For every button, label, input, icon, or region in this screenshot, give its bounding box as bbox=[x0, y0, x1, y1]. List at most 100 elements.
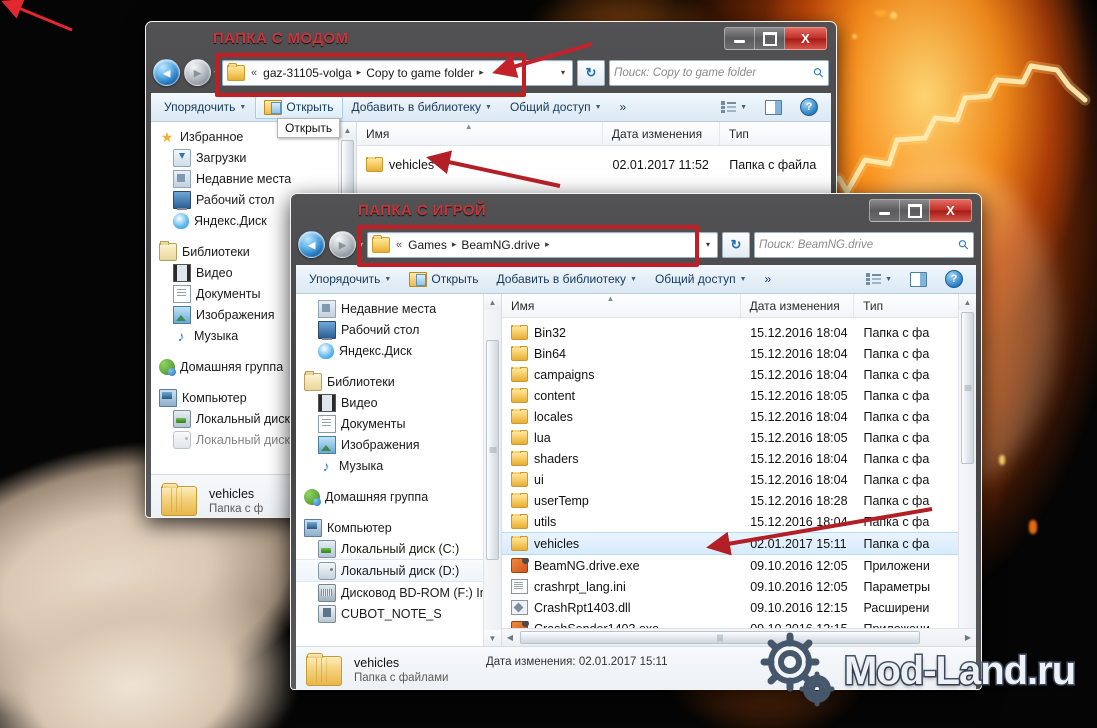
close-button[interactable]: X bbox=[785, 27, 827, 50]
breadcrumb-item-0[interactable]: gaz-31105-volga bbox=[260, 66, 355, 80]
close-button[interactable]: X bbox=[930, 199, 972, 222]
nav-item-video[interactable]: Видео bbox=[296, 392, 501, 413]
column-header-date[interactable]: Дата изменения bbox=[603, 122, 720, 145]
nav-item-yandex-disk[interactable]: Яндекс.Диск bbox=[296, 340, 501, 361]
forward-button[interactable]: ► bbox=[329, 231, 356, 258]
window2-file-list[interactable]: Имя ▲ Дата изменения Тип Bin32 15.12.2016… bbox=[502, 294, 976, 646]
breadcrumb-separator-icon-2[interactable]: ▸ bbox=[477, 67, 486, 78]
history-dropdown-icon[interactable]: ▾ bbox=[214, 68, 218, 77]
nav-item-desktop[interactable]: Рабочий стол bbox=[296, 319, 501, 340]
help-button[interactable]: ? bbox=[936, 266, 972, 292]
nav-item-documents[interactable]: Документы bbox=[296, 413, 501, 434]
preview-pane-button[interactable] bbox=[756, 96, 791, 119]
minimize-button[interactable] bbox=[869, 199, 900, 222]
table-row[interactable]: Bin64 15.12.2016 18:04 Папка с фа bbox=[502, 343, 959, 364]
table-row[interactable]: shaders 15.12.2016 18:04 Папка с фа bbox=[502, 448, 959, 469]
window1-titlebar[interactable]: ПАПКА С МОДОМ X bbox=[151, 26, 831, 56]
explorer-window-game-folder[interactable]: ПАПКА С ИГРОЙ X ◄ ► ▾ « Games ▸ BeamNG.d… bbox=[290, 193, 982, 690]
breadcrumb-item-0[interactable]: Games bbox=[405, 238, 450, 252]
forward-button[interactable]: ► bbox=[184, 59, 211, 86]
nav-item-recent-places[interactable]: Недавние места bbox=[151, 168, 356, 189]
table-row[interactable]: Bin32 15.12.2016 18:04 Папка с фа bbox=[502, 322, 959, 343]
breadcrumb-separator-icon[interactable]: ▸ bbox=[355, 67, 364, 78]
list-vertical-scrollbar[interactable]: ▲ ▼ bbox=[958, 294, 976, 646]
table-row[interactable]: CrashRpt1403.dll 09.10.2016 12:15 Расширен… bbox=[502, 597, 959, 618]
column-header-date[interactable]: Дата изменения bbox=[741, 294, 855, 317]
breadcrumb-item-1[interactable]: BeamNG.drive bbox=[458, 238, 543, 252]
chevron-down-icon[interactable]: ▾ bbox=[556, 68, 570, 77]
breadcrumb-separator-icon[interactable]: ▸ bbox=[450, 239, 459, 250]
nav-item-computer[interactable]: Компьютер bbox=[296, 517, 501, 538]
open-button[interactable]: Открыть bbox=[400, 268, 487, 291]
scroll-up-icon[interactable]: ▲ bbox=[484, 294, 501, 310]
add-to-library-button[interactable]: Добавить в библиотеку ▼ bbox=[343, 96, 501, 118]
preview-pane-button[interactable] bbox=[901, 268, 936, 291]
change-view-button[interactable]: ▼ bbox=[857, 269, 901, 290]
nav-item-recent-places[interactable]: Недавние места bbox=[296, 298, 501, 319]
nav-pane-scrollbar[interactable]: ▲ ▼ bbox=[483, 294, 501, 646]
scroll-up-icon[interactable]: ▲ bbox=[959, 294, 976, 310]
search-input[interactable]: Поиск: BeamNG.drive ⚲ bbox=[754, 231, 974, 258]
share-button[interactable]: Общий доступ ▼ bbox=[646, 268, 756, 290]
column-header-name[interactable]: Имя ▲ bbox=[502, 294, 741, 317]
nav-item-local-disk-c[interactable]: Локальный диск (C:) bbox=[296, 538, 501, 559]
address-breadcrumb-bar[interactable]: « gaz-31105-volga ▸ Copy to game folder … bbox=[222, 59, 573, 86]
scroll-up-icon[interactable]: ▲ bbox=[339, 122, 356, 138]
history-dropdown-icon[interactable]: ▾ bbox=[359, 240, 363, 249]
column-header-type[interactable]: Тип bbox=[720, 122, 831, 145]
breadcrumb-item-1[interactable]: Copy to game folder bbox=[363, 66, 477, 80]
table-row[interactable]: vehicles 02.01.2017 15:11 Папка с фа bbox=[502, 532, 959, 555]
table-row[interactable]: crashrpt_lang.ini 09.10.2016 12:05 Парамет… bbox=[502, 576, 959, 597]
table-row[interactable]: locales 15.12.2016 18:04 Папка с фа bbox=[502, 406, 959, 427]
address-breadcrumb-bar[interactable]: « Games ▸ BeamNG.drive ▸ ▾ bbox=[367, 231, 718, 258]
scrollbar-thumb[interactable] bbox=[961, 312, 974, 464]
scroll-left-icon[interactable]: ◀ bbox=[502, 629, 518, 646]
nav-item-local-disk-d[interactable]: Локальный диск (D:) bbox=[296, 559, 501, 582]
refresh-button[interactable]: ↻ bbox=[722, 231, 750, 258]
nav-item-downloads[interactable]: Загрузки bbox=[151, 147, 356, 168]
toolbar-overflow-button[interactable]: » bbox=[756, 268, 781, 290]
table-row[interactable]: lua 15.12.2016 18:05 Папка с фа bbox=[502, 427, 959, 448]
table-row[interactable]: utils 15.12.2016 18:04 Папка с фа bbox=[502, 511, 959, 532]
preview-pane-icon bbox=[765, 99, 782, 115]
minimize-button[interactable] bbox=[724, 27, 755, 50]
breadcrumb-separator-icon-2[interactable]: ▸ bbox=[543, 239, 552, 250]
nav-item-bd-rom[interactable]: Дисковод BD-ROM (F:) In bbox=[296, 582, 501, 603]
table-row[interactable]: BeamNG.drive.exe 09.10.2016 12:05 Приложен… bbox=[502, 555, 959, 576]
window2-navigation-pane[interactable]: Недавние места Рабочий стол Яндекс.Диск … bbox=[296, 294, 502, 646]
scrollbar-thumb[interactable] bbox=[486, 340, 499, 560]
open-button[interactable]: Открыть bbox=[255, 95, 343, 119]
file-name: shaders bbox=[534, 451, 579, 466]
maximize-button[interactable] bbox=[755, 27, 785, 50]
window1-caption: ПАПКА С МОДОМ bbox=[213, 30, 349, 47]
table-row[interactable]: userTemp 15.12.2016 18:28 Папка с фа bbox=[502, 490, 959, 511]
organize-button[interactable]: Упорядочить ▼ bbox=[300, 268, 400, 290]
toolbar-overflow-button[interactable]: » bbox=[611, 96, 636, 118]
table-row[interactable]: vehicles 02.01.2017 11:52 Папка с файла bbox=[357, 154, 831, 175]
nav-item-pictures[interactable]: Изображения bbox=[296, 434, 501, 455]
breadcrumb-overflow[interactable]: « bbox=[248, 67, 260, 79]
organize-button[interactable]: Упорядочить ▼ bbox=[155, 96, 255, 118]
change-view-button[interactable]: ▼ bbox=[712, 97, 756, 118]
column-header-name[interactable]: Имя ▲ bbox=[357, 122, 603, 145]
maximize-button[interactable] bbox=[900, 199, 930, 222]
refresh-button[interactable]: ↻ bbox=[577, 59, 605, 86]
share-button[interactable]: Общий доступ ▼ bbox=[501, 96, 611, 118]
table-row[interactable]: content 15.12.2016 18:05 Папка с фа bbox=[502, 385, 959, 406]
back-button[interactable]: ◄ bbox=[298, 231, 325, 258]
scroll-down-icon[interactable]: ▼ bbox=[484, 630, 501, 646]
nav-item-music[interactable]: ♪ Музыка bbox=[296, 455, 501, 476]
nav-item-libraries[interactable]: Библиотеки bbox=[296, 370, 501, 392]
table-row[interactable]: campaigns 15.12.2016 18:04 Папка с фа bbox=[502, 364, 959, 385]
breadcrumb-overflow[interactable]: « bbox=[393, 239, 405, 251]
back-button[interactable]: ◄ bbox=[153, 59, 180, 86]
window2-titlebar[interactable]: ПАПКА С ИГРОЙ X bbox=[296, 198, 976, 228]
search-input[interactable]: Поиск: Copy to game folder ⚲ bbox=[609, 59, 829, 86]
add-to-library-button[interactable]: Добавить в библиотеку ▼ bbox=[488, 268, 646, 290]
table-row[interactable]: ui 15.12.2016 18:04 Папка с фа bbox=[502, 469, 959, 490]
nav-item-homegroup[interactable]: Домашняя группа bbox=[296, 486, 501, 507]
help-button[interactable]: ? bbox=[791, 94, 827, 120]
nav-item-cubot-note-s[interactable]: CUBOT_NOTE_S bbox=[296, 603, 501, 624]
column-header-type[interactable]: Тип bbox=[854, 294, 959, 317]
chevron-down-icon[interactable]: ▾ bbox=[701, 240, 715, 249]
